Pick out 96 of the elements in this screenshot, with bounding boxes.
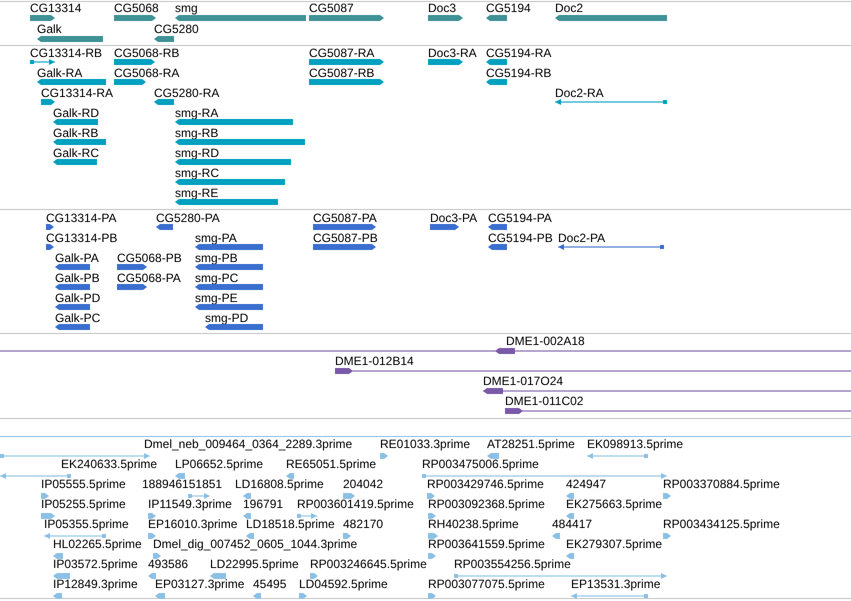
feature-label: smg-PC bbox=[195, 272, 238, 285]
feature-label: DME1-002A18 bbox=[506, 335, 585, 348]
feature-label: CG5087-RA bbox=[309, 47, 374, 60]
feature-label: CG13314-RB bbox=[30, 47, 102, 60]
feature-label: CG5194 bbox=[486, 2, 531, 15]
feature-label: Doc2 bbox=[555, 2, 584, 15]
feature-label: smg bbox=[175, 2, 198, 15]
feature-label: RP003475006.5prime bbox=[422, 458, 539, 471]
feature-label: CG5087 bbox=[309, 2, 354, 15]
feature-label: EK098913.5prime bbox=[587, 438, 684, 451]
feature-label: IP12849.3prime bbox=[53, 578, 138, 591]
feature-label: CG5087-PA bbox=[313, 212, 377, 225]
feature-label: CG5194-RA bbox=[486, 47, 552, 60]
feature-label: AT28251.5prime bbox=[487, 438, 575, 451]
feature-label: 484417 bbox=[552, 518, 592, 531]
feature-label: Doc3-RA bbox=[428, 47, 477, 60]
feature-label: RP003077075.5prime bbox=[428, 578, 545, 591]
feature-label: Doc3 bbox=[428, 2, 456, 15]
feature-label: CG13314 bbox=[30, 2, 82, 15]
feature-label: RP003434125.5prime bbox=[663, 518, 780, 531]
feature-label: IP11549.3prime bbox=[148, 498, 232, 511]
feature-label: RP003370884.5prime bbox=[663, 478, 780, 491]
feature-label: smg-RB bbox=[175, 127, 218, 140]
feature-label: HL02265.5prime bbox=[53, 538, 142, 551]
feature-label: Galk-PC bbox=[55, 312, 100, 325]
feature-label: CG5068-PB bbox=[117, 252, 182, 265]
feature-label: RP003092368.5prime bbox=[428, 498, 545, 511]
feature-label: EP13531.3prime bbox=[571, 578, 660, 591]
feature-label: LD04592.5prime bbox=[299, 578, 388, 591]
feature-label: Galk-RA bbox=[37, 67, 82, 80]
feature-label: 45495 bbox=[253, 578, 286, 591]
feature-label: CG13314-PA bbox=[46, 212, 116, 225]
feature-label: RH40238.5prime bbox=[428, 518, 519, 531]
feature-label: RE01033.3prime bbox=[380, 438, 470, 451]
feature-label: smg-PA bbox=[195, 232, 237, 245]
feature-label: smg-PE bbox=[195, 292, 238, 305]
feature-label: LD16808.5prime bbox=[235, 478, 324, 491]
feature-label: DME1-011C02 bbox=[505, 395, 584, 408]
feature-label: Doc2-PA bbox=[558, 232, 606, 245]
feature-label: smg-RD bbox=[175, 147, 219, 160]
feature-label: Galk-RC bbox=[53, 147, 100, 160]
feature-label: CG13314-PB bbox=[46, 232, 118, 245]
feature-label: IP03572.5prime bbox=[53, 558, 138, 571]
feature-label: EP16010.3prime bbox=[148, 518, 238, 531]
feature-label: RP003641559.5prime bbox=[428, 538, 545, 551]
feature-label: IP05355.5prime bbox=[44, 518, 129, 531]
feature-label: Doc3-PA bbox=[430, 212, 478, 225]
feature-label: smg-PB bbox=[195, 252, 238, 265]
feature-label: CG5280-PA bbox=[156, 212, 220, 225]
feature-label: Galk-PD bbox=[55, 292, 100, 305]
feature-label: CG5194-PB bbox=[488, 232, 553, 245]
feature-label: CG5280 bbox=[154, 23, 199, 36]
feature-label: CG5068-PA bbox=[117, 272, 181, 285]
feature-label: RP003246645.5prime bbox=[310, 558, 427, 571]
feature-label: LP06652.5prime bbox=[175, 458, 264, 471]
feature-label: CG5068 bbox=[114, 2, 159, 15]
feature-label: CG5087-RB bbox=[309, 67, 374, 80]
feature-label: Doc2-RA bbox=[555, 87, 604, 100]
feature-label: IP05555.5prime bbox=[41, 478, 126, 491]
feature-label: LD22995.5prime bbox=[210, 558, 299, 571]
feature-label: DME1-017O24 bbox=[483, 375, 564, 388]
feature-label: 482170 bbox=[343, 518, 384, 531]
feature-label: 196791 bbox=[243, 498, 284, 511]
feature-label: CG5087-PB bbox=[313, 232, 378, 245]
feature-label: Galk-PA bbox=[55, 252, 99, 265]
feature-label: RP003601419.5prime bbox=[297, 498, 414, 511]
feature-label: CG5068-RB bbox=[114, 47, 180, 60]
feature-label: Dmel_dig_007452_0605_1044.3prime bbox=[153, 538, 358, 551]
feature-label: Galk-RB bbox=[53, 127, 98, 140]
feature-label: smg-RA bbox=[175, 107, 218, 120]
feature-label: RP003429746.5prime bbox=[427, 478, 544, 491]
feature-label: DME1-012B14 bbox=[335, 355, 414, 368]
feature-label: Galk-RD bbox=[53, 107, 100, 120]
feature-label: CG5194-PA bbox=[488, 212, 552, 225]
feature-label: smg-PD bbox=[205, 312, 248, 325]
feature-label: CG13314-RA bbox=[41, 87, 114, 100]
feature-label: 424947 bbox=[566, 478, 606, 491]
feature-label: EK275663.5prime bbox=[566, 498, 662, 511]
feature-label: IP05255.5prime bbox=[41, 498, 126, 511]
feature-label: Galk bbox=[37, 23, 62, 36]
feature-label: CG5280-RA bbox=[154, 87, 220, 100]
feature-label: 204042 bbox=[343, 478, 384, 491]
feature-label: 493586 bbox=[148, 558, 188, 571]
feature-label: EP03127.3prime bbox=[155, 578, 244, 591]
feature-label: CG5194-RB bbox=[486, 67, 552, 80]
feature-label: RE65051.5prime bbox=[286, 458, 376, 471]
feature-label: CG5068-RA bbox=[114, 67, 180, 80]
feature-label: EK240633.5prime bbox=[61, 458, 158, 471]
feature-label: 188946151851 bbox=[142, 478, 222, 491]
feature-label: Dmel_neb_009464_0364_2289.3prime bbox=[144, 438, 352, 451]
feature-label: EK279307.5prime bbox=[566, 538, 662, 551]
feature-label: Galk-PB bbox=[55, 272, 100, 285]
feature-label: LD18518.5prime bbox=[246, 518, 335, 531]
feature-label: smg-RE bbox=[175, 187, 218, 200]
feature-label: smg-RC bbox=[175, 167, 219, 180]
feature-label: RP003554256.5prime bbox=[454, 558, 571, 571]
